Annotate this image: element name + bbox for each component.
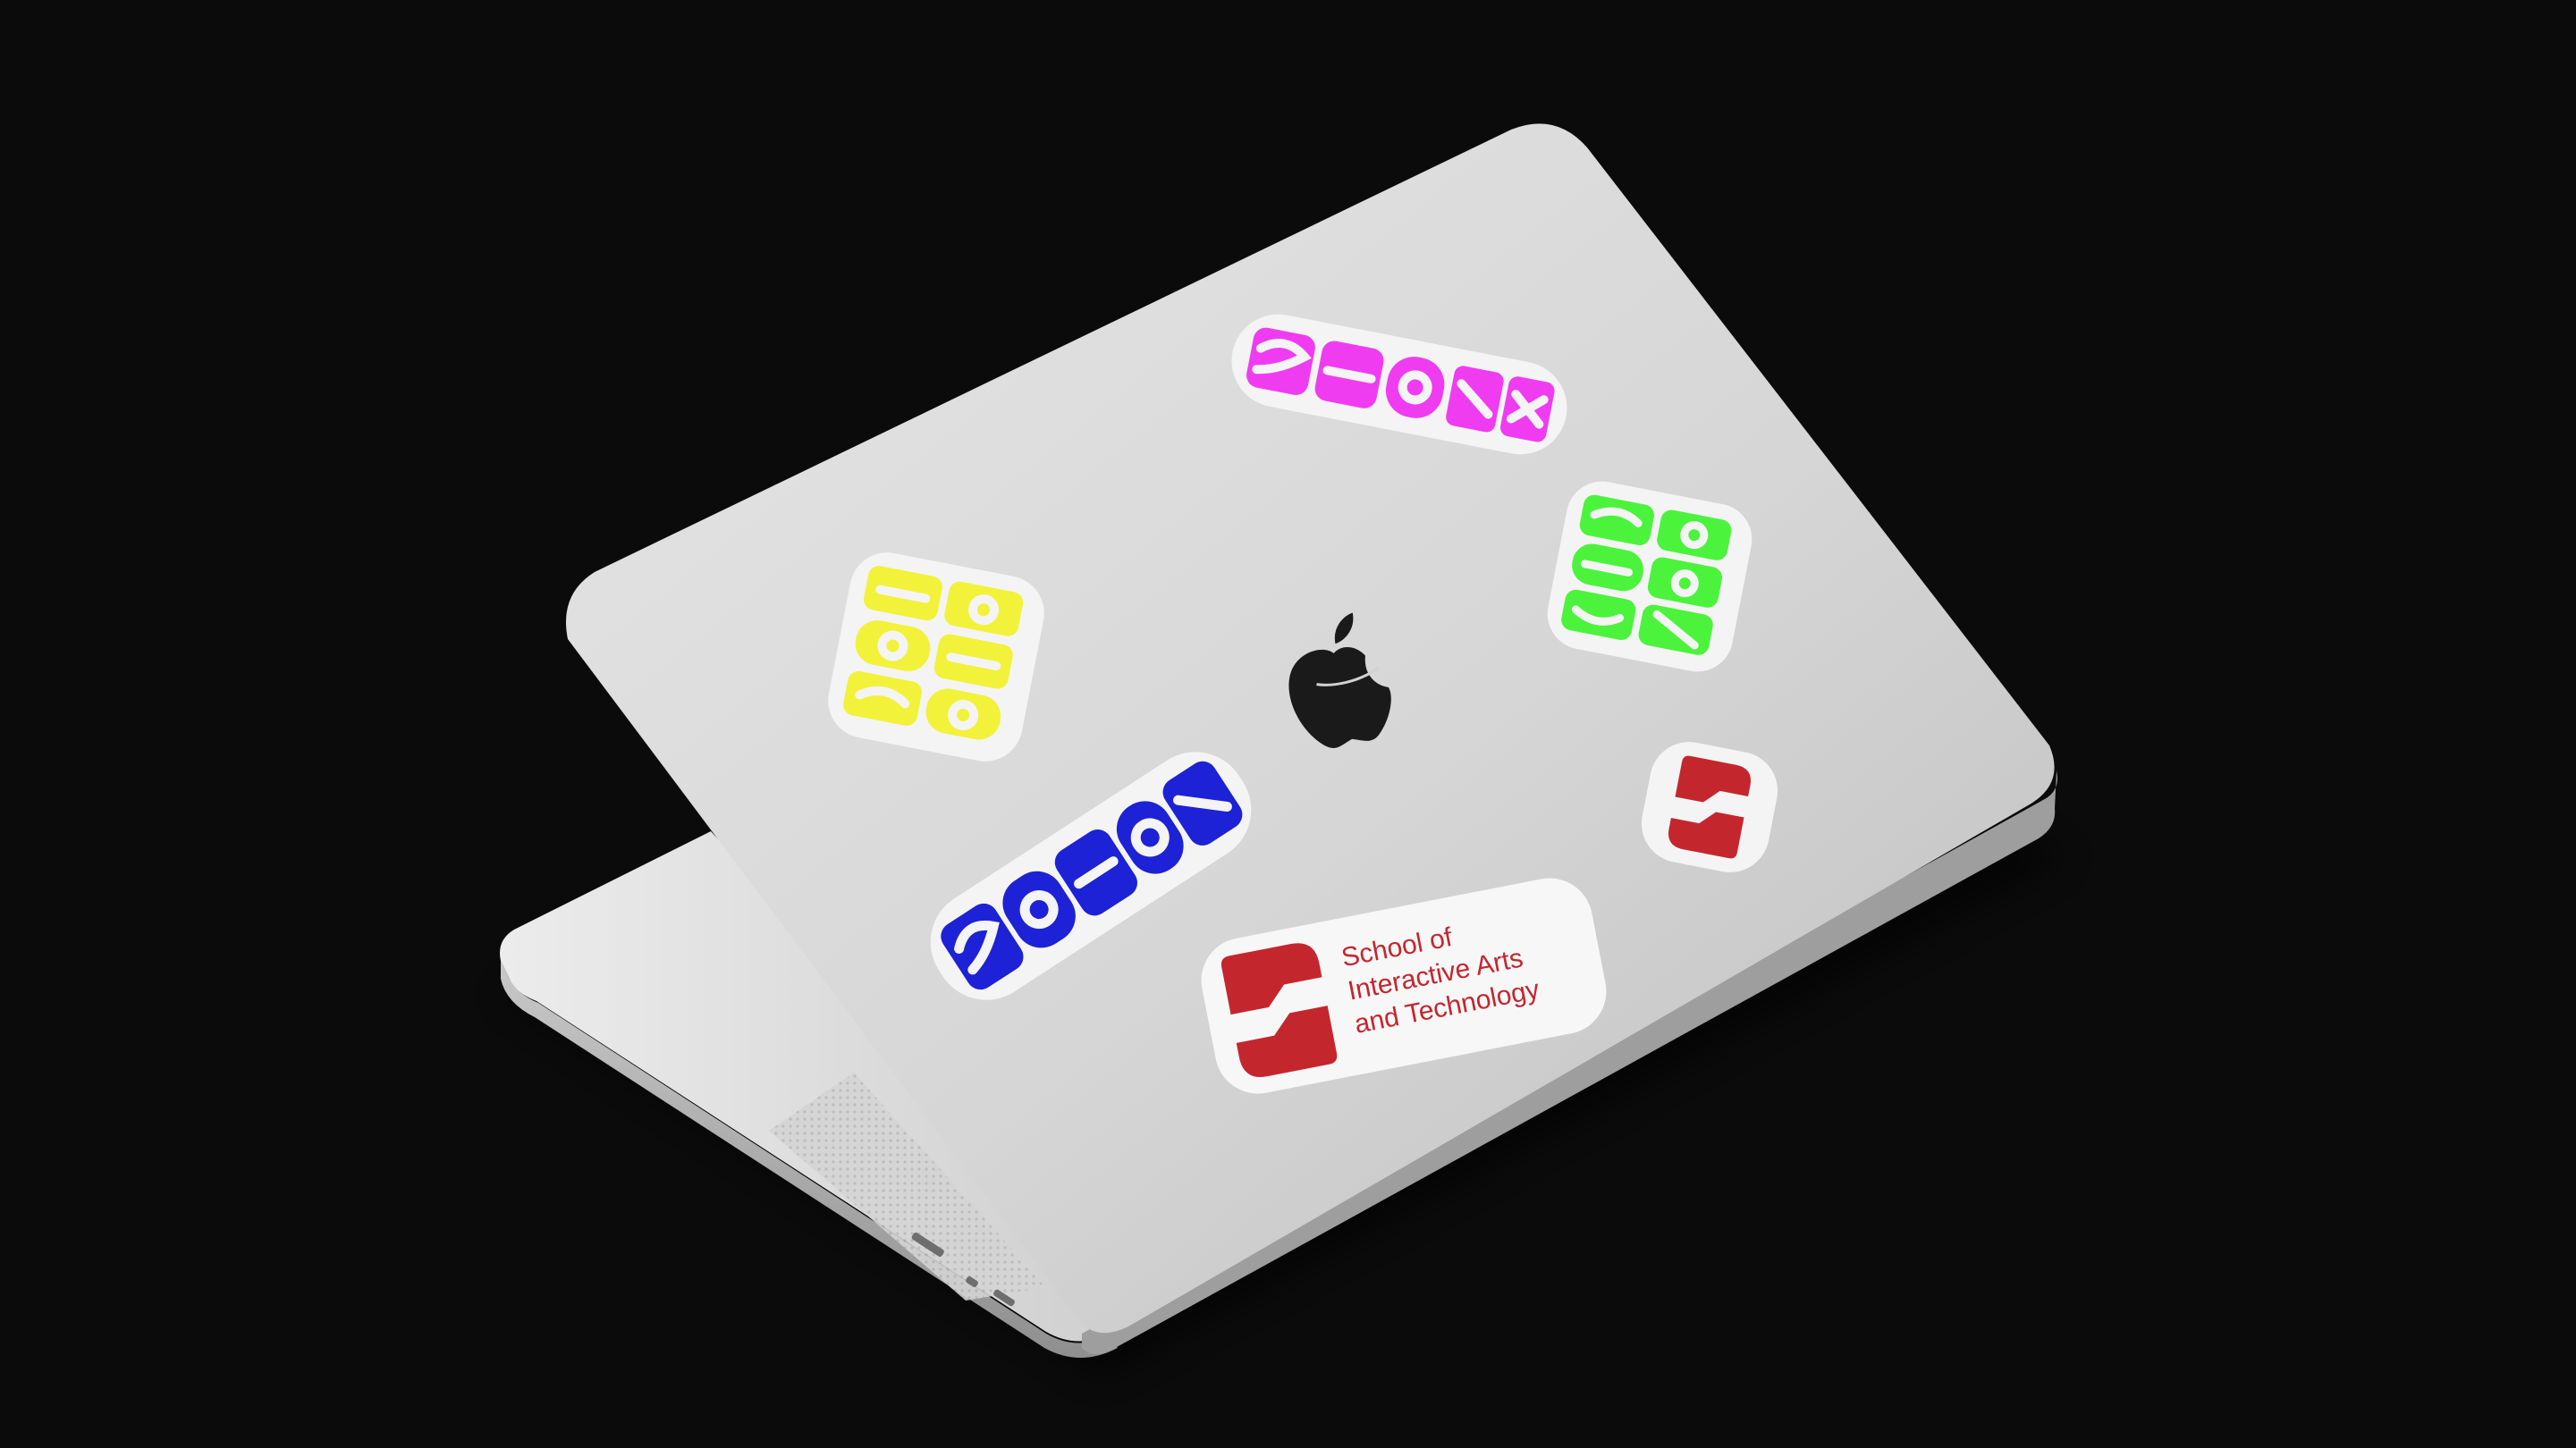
sticker-green-wordmark: [1547, 481, 1753, 672]
sticker-yellow-wordmark: [828, 552, 1044, 762]
laptop-scene: School of Interactive Arts and Technolog…: [0, 0, 2576, 1448]
